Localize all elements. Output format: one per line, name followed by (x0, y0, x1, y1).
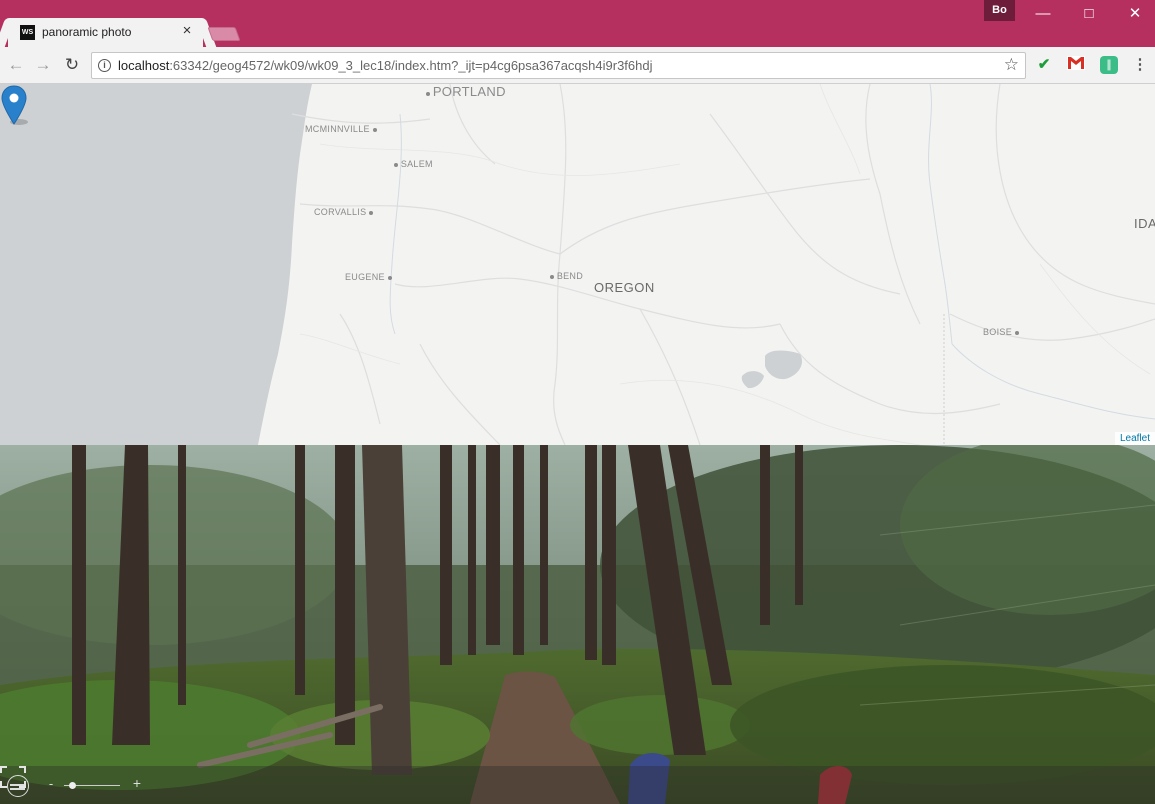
zoom-in-button[interactable]: + (131, 775, 143, 791)
zoom-slider-handle[interactable] (68, 782, 76, 789)
city-label: MCMINNVILLE (305, 124, 370, 134)
city-label: CORVALLIS (314, 207, 367, 217)
browser-tab[interactable]: WS panoramic photo × (8, 18, 203, 47)
city-dot-icon (369, 210, 374, 215)
forward-icon[interactable]: → (32, 54, 54, 76)
url-path: :63342/geog4572/wk09/wk09_3_lec18/index.… (169, 58, 653, 73)
state-label-idaho: IDA (1134, 216, 1155, 231)
url-host: localhost (118, 58, 170, 73)
city-dot-icon (394, 162, 398, 167)
city-portland: PORTLAND (426, 84, 506, 99)
zoom-slider[interactable] (64, 782, 120, 789)
window-titlebar: WS panoramic photo × Bo — □ ✕ (0, 0, 1155, 47)
url-text[interactable]: localhost:63342/geog4572/wk09/wk09_3_lec… (118, 58, 652, 73)
city-dot-icon (1014, 330, 1019, 335)
tab-title: panoramic photo (42, 25, 132, 39)
panorama-controls-bar: - + (0, 766, 1155, 804)
map-basemap (0, 84, 1155, 445)
city-bend: BEND (550, 271, 583, 281)
city-label: EUGENE (345, 272, 385, 282)
info-icon[interactable]: i (98, 59, 111, 72)
checkmark-extension-icon[interactable]: ✔ (1035, 56, 1053, 74)
star-icon[interactable]: ☆ (1004, 55, 1019, 75)
city-dot-icon (372, 127, 377, 132)
leaflet-attribution-link[interactable]: Leaflet (1114, 432, 1155, 445)
city-dot-icon (426, 91, 430, 96)
webstorm-favicon-icon: WS (20, 25, 35, 40)
menu-icon[interactable]: ⋮ (1131, 56, 1149, 74)
new-tab-button[interactable] (207, 27, 241, 41)
tab-close-icon[interactable]: × (179, 22, 195, 40)
gmail-extension-icon[interactable] (1067, 56, 1085, 74)
city-dot-icon (550, 274, 554, 279)
city-dot-icon (387, 275, 392, 280)
maximize-icon[interactable]: □ (1066, 0, 1112, 28)
map-marker-icon[interactable] (0, 84, 28, 126)
browser-toolbar: ← → ↻ i localhost:63342/geog4572/wk09/wk… (0, 47, 1155, 84)
city-eugene: EUGENE (345, 272, 392, 282)
city-corvallis: CORVALLIS (314, 207, 374, 217)
profile-button[interactable]: Bo (984, 0, 1015, 21)
minimize-icon[interactable]: — (1020, 0, 1066, 28)
close-window-icon[interactable]: ✕ (1112, 0, 1155, 28)
back-icon[interactable]: ← (5, 54, 27, 76)
city-label: SALEM (400, 159, 433, 169)
audio-extension-icon[interactable]: ∥ (1100, 56, 1118, 74)
panorama-image (0, 445, 1155, 804)
panorama-viewer[interactable]: - + (0, 445, 1155, 804)
city-mcminnville: MCMINNVILLE (305, 124, 377, 134)
zoom-out-button[interactable]: - (46, 776, 56, 791)
city-label: BOISE (983, 327, 1013, 337)
state-label-oregon: OREGON (594, 280, 655, 295)
address-bar[interactable]: i localhost:63342/geog4572/wk09/wk09_3_l… (91, 52, 1026, 79)
city-label: PORTLAND (432, 84, 506, 99)
city-salem: SALEM (394, 159, 433, 169)
fullscreen-icon[interactable] (0, 766, 26, 788)
city-boise: BOISE (983, 327, 1019, 337)
map-panel[interactable]: PORTLAND MCMINNVILLE SALEM CORVALLIS EUG… (0, 84, 1155, 445)
city-label: BEND (556, 271, 584, 281)
reload-icon[interactable]: ↻ (61, 54, 83, 76)
